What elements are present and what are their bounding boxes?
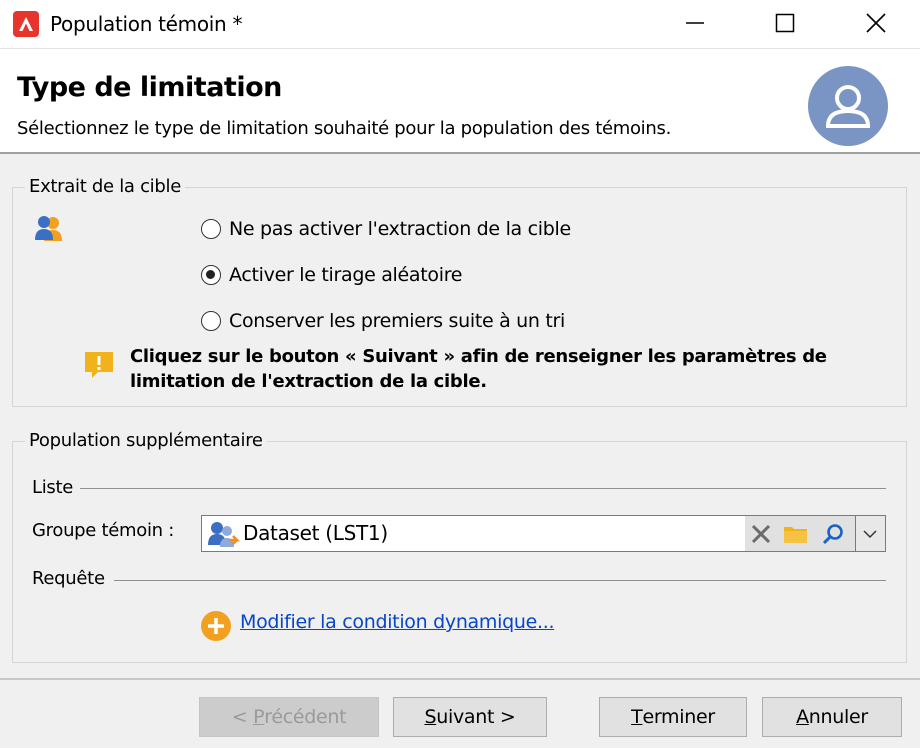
radio-no-extraction[interactable]: Ne pas activer l'extraction de la cible — [201, 215, 571, 243]
list-divider — [80, 488, 886, 489]
query-section-label: Requête — [32, 568, 108, 589]
next-button[interactable]: Suivant > — [393, 697, 547, 737]
radio-label: Conserver les premiers suite à un tri — [229, 310, 566, 332]
title-bar: Population témoin * — [0, 0, 920, 48]
radio-button[interactable] — [201, 219, 221, 239]
cancel-mnemonic: A — [796, 706, 809, 728]
radio-button-selected[interactable] — [201, 265, 221, 285]
list-section-label: Liste — [32, 477, 77, 498]
footer-divider — [0, 678, 920, 680]
info-message: Cliquez sur le bouton « Suivant » afin d… — [130, 344, 850, 394]
user-avatar-icon — [808, 66, 888, 146]
folder-icon[interactable] — [779, 516, 811, 551]
cancel-label: nnuler — [808, 706, 868, 728]
control-group-field[interactable]: Dataset (LST1) — [201, 515, 886, 552]
additional-population-title: Population supplémentaire — [25, 430, 267, 451]
query-divider — [114, 580, 886, 581]
warning-icon — [82, 349, 116, 383]
close-button[interactable] — [853, 0, 899, 46]
radio-random-draw[interactable]: Activer le tirage aléatoire — [201, 261, 463, 289]
radio-button[interactable] — [201, 311, 221, 331]
add-icon[interactable] — [200, 610, 232, 646]
radio-label: Ne pas activer l'extraction de la cible — [229, 218, 571, 240]
info-message-line: Cliquez sur le bouton « Suivant » afin d… — [130, 346, 827, 367]
target-users-icon — [32, 213, 66, 247]
search-icon[interactable] — [817, 516, 849, 551]
control-group-label: Groupe témoin : — [32, 520, 177, 541]
control-group-value: Dataset (LST1) — [243, 521, 388, 545]
header-divider — [0, 152, 920, 154]
previous-label: récédent — [264, 706, 347, 728]
next-label: uivant > — [436, 706, 516, 728]
page-subtitle: Sélectionnez le type de limitation souha… — [17, 118, 671, 139]
next-mnemonic: S — [424, 706, 437, 728]
finish-mnemonic: T — [631, 706, 643, 728]
page-title: Type de limitation — [17, 72, 282, 103]
target-extract-title: Extrait de la cible — [25, 176, 185, 197]
finish-button[interactable]: Terminer — [599, 697, 747, 737]
maximize-button[interactable] — [762, 0, 808, 46]
chevron-down-icon — [863, 530, 877, 539]
previous-prefix: < — [231, 706, 254, 728]
finish-label: erminer — [642, 706, 715, 728]
clear-icon[interactable] — [745, 516, 777, 551]
previous-button[interactable]: < Précédent — [199, 697, 379, 737]
list-icon — [206, 519, 240, 553]
info-message-line: limitation de l'extraction de la cible. — [130, 371, 487, 392]
adobe-app-icon — [13, 11, 39, 37]
window-title: Population témoin * — [50, 12, 243, 36]
radio-label: Activer le tirage aléatoire — [229, 264, 463, 286]
edit-dynamic-condition-link[interactable]: Modifier la condition dynamique... — [240, 611, 555, 633]
field-toolbar — [745, 516, 885, 551]
cancel-button[interactable]: Annuler — [762, 697, 902, 737]
radio-keep-first-sorted[interactable]: Conserver les premiers suite à un tri — [201, 307, 565, 335]
minimize-button[interactable] — [672, 0, 718, 46]
previous-mnemonic: P — [253, 706, 265, 728]
dropdown-button[interactable] — [855, 516, 885, 551]
